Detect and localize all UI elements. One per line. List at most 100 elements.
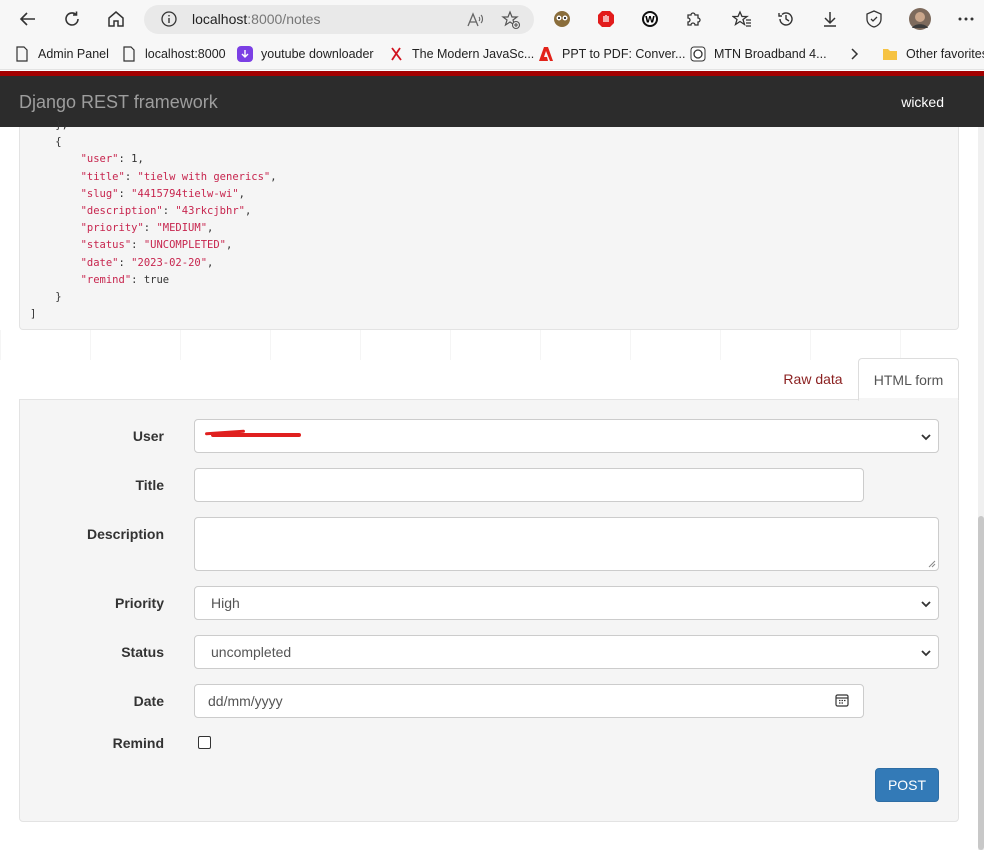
json-value: "4415794tielw-wi"	[131, 187, 239, 200]
json-line: "title": "tielw with generics",	[30, 169, 277, 186]
redacted-username	[211, 433, 301, 437]
scrollbar-thumb[interactable]	[978, 516, 984, 850]
calendar-icon[interactable]	[835, 693, 849, 707]
json-separator: :	[162, 205, 176, 218]
adblock-icon[interactable]	[595, 8, 617, 30]
svg-text:W: W	[645, 16, 655, 26]
json-separator: :	[124, 170, 138, 183]
json-punct: ,	[207, 256, 214, 269]
json-separator: :	[131, 273, 144, 286]
date-placeholder: dd/mm/yyyy	[208, 693, 283, 709]
chevron-right-icon[interactable]	[846, 46, 862, 62]
json-separator: :	[143, 222, 157, 235]
json-punct: ,	[137, 153, 144, 166]
extension-owl-icon[interactable]	[551, 8, 573, 30]
priority-selected-value: High	[211, 595, 240, 611]
date-label: Date	[133, 693, 164, 709]
bookmark-localhost[interactable]: localhost:8000	[121, 44, 226, 64]
json-punct: ,	[270, 170, 277, 183]
read-aloud-icon[interactable]	[464, 9, 486, 31]
json-line: "remind": true	[30, 272, 277, 289]
page-icon	[14, 46, 30, 62]
json-value: "MEDIUM"	[156, 222, 208, 235]
tab-html-form[interactable]: HTML form	[858, 358, 959, 401]
response-content: }, { "user": 1, "title": "tielw with gen…	[19, 119, 959, 330]
navbar-brand[interactable]: Django REST framework	[19, 92, 218, 113]
bookmark-mtn-broadband[interactable]: MTN Broadband 4...	[690, 44, 827, 64]
url-path: :8000/notes	[247, 11, 321, 27]
json-line: "date": "2023-02-20",	[30, 255, 277, 272]
profile-avatar[interactable]	[909, 8, 931, 30]
bookmark-label: localhost:8000	[145, 47, 226, 61]
json-bracket: }	[55, 291, 62, 304]
priority-label: Priority	[114, 595, 164, 611]
bookmark-ppt-to-pdf[interactable]: PPT to PDF: Conver...	[538, 44, 685, 64]
json-line: "user": 1,	[30, 151, 277, 168]
json-line: "priority": "MEDIUM",	[30, 220, 277, 237]
remind-checkbox[interactable]	[198, 736, 211, 749]
downloads-icon[interactable]	[819, 8, 841, 30]
user-select[interactable]	[194, 419, 939, 453]
json-key: "slug"	[80, 187, 119, 200]
description-textarea[interactable]	[194, 517, 939, 571]
json-key: "description"	[80, 205, 163, 218]
status-select[interactable]: uncompleted	[194, 635, 939, 669]
extension-w-icon[interactable]: W	[639, 8, 661, 30]
priority-select[interactable]: High	[194, 586, 939, 620]
resize-handle-icon[interactable]	[928, 560, 936, 568]
refresh-icon[interactable]	[60, 7, 84, 31]
bookmark-label: Other favorites	[906, 47, 984, 61]
bookmark-other-favorites[interactable]: Other favorites	[882, 44, 984, 64]
json-line: "status": "UNCOMPLETED",	[30, 237, 277, 254]
json-value: "tielw with generics"	[137, 170, 271, 183]
bookmarks-bar: Admin Panel localhost:8000 youtube downl…	[0, 38, 984, 70]
navbar-user-dropdown[interactable]: wicked	[901, 94, 944, 110]
title-input[interactable]	[194, 468, 864, 502]
date-input[interactable]: dd/mm/yyyy	[194, 684, 864, 718]
bookmark-admin-panel[interactable]: Admin Panel	[14, 44, 109, 64]
json-line: "slug": "4415794tielw-wi",	[30, 186, 277, 203]
json-key: "title"	[80, 170, 125, 183]
home-icon[interactable]	[104, 7, 128, 31]
history-icon[interactable]	[775, 8, 797, 30]
more-options-icon[interactable]	[955, 8, 977, 30]
url-text[interactable]: localhost:8000/notes	[192, 11, 320, 27]
back-arrow-icon[interactable]	[16, 7, 40, 31]
downloader-icon	[237, 46, 253, 62]
json-key: "date"	[80, 256, 119, 269]
chevron-down-icon	[920, 430, 932, 442]
url-host: localhost	[192, 11, 248, 27]
tab-raw-data[interactable]: Raw data	[768, 359, 858, 399]
description-label: Description	[86, 526, 164, 542]
bookmark-label: youtube downloader	[261, 47, 374, 61]
bookmark-modern-javascript[interactable]: The Modern JavaSc...	[388, 44, 534, 64]
json-line: {	[30, 134, 277, 151]
json-separator: :	[131, 239, 144, 252]
chevron-down-icon	[920, 597, 932, 609]
bookmark-label: MTN Broadband 4...	[714, 47, 827, 61]
add-favorite-icon[interactable]	[500, 9, 522, 31]
bookmark-youtube-downloader[interactable]: youtube downloader	[237, 44, 374, 64]
chevron-down-icon	[920, 646, 932, 658]
json-bracket: {	[55, 136, 62, 149]
javascript-info-icon	[388, 46, 404, 62]
browser-essentials-icon[interactable]	[863, 8, 885, 30]
title-label: Title	[135, 477, 164, 493]
browser-toolbar: localhost:8000/notes W	[0, 0, 984, 38]
json-separator: :	[118, 256, 132, 269]
json-line: ]	[30, 306, 277, 323]
json-punct: ,	[238, 187, 245, 200]
post-button[interactable]: POST	[875, 768, 939, 802]
json-punct: ,	[244, 205, 252, 218]
extensions-puzzle-icon[interactable]	[683, 8, 705, 30]
folder-icon	[882, 46, 898, 62]
json-punct: ,	[226, 239, 233, 252]
json-value: "2023-02-20"	[131, 256, 208, 269]
json-separator: :	[118, 153, 132, 166]
info-icon[interactable]	[160, 10, 178, 28]
json-punct: ,	[207, 222, 214, 235]
address-bar[interactable]: localhost:8000/notes	[144, 5, 534, 34]
favorites-icon[interactable]	[731, 8, 753, 30]
